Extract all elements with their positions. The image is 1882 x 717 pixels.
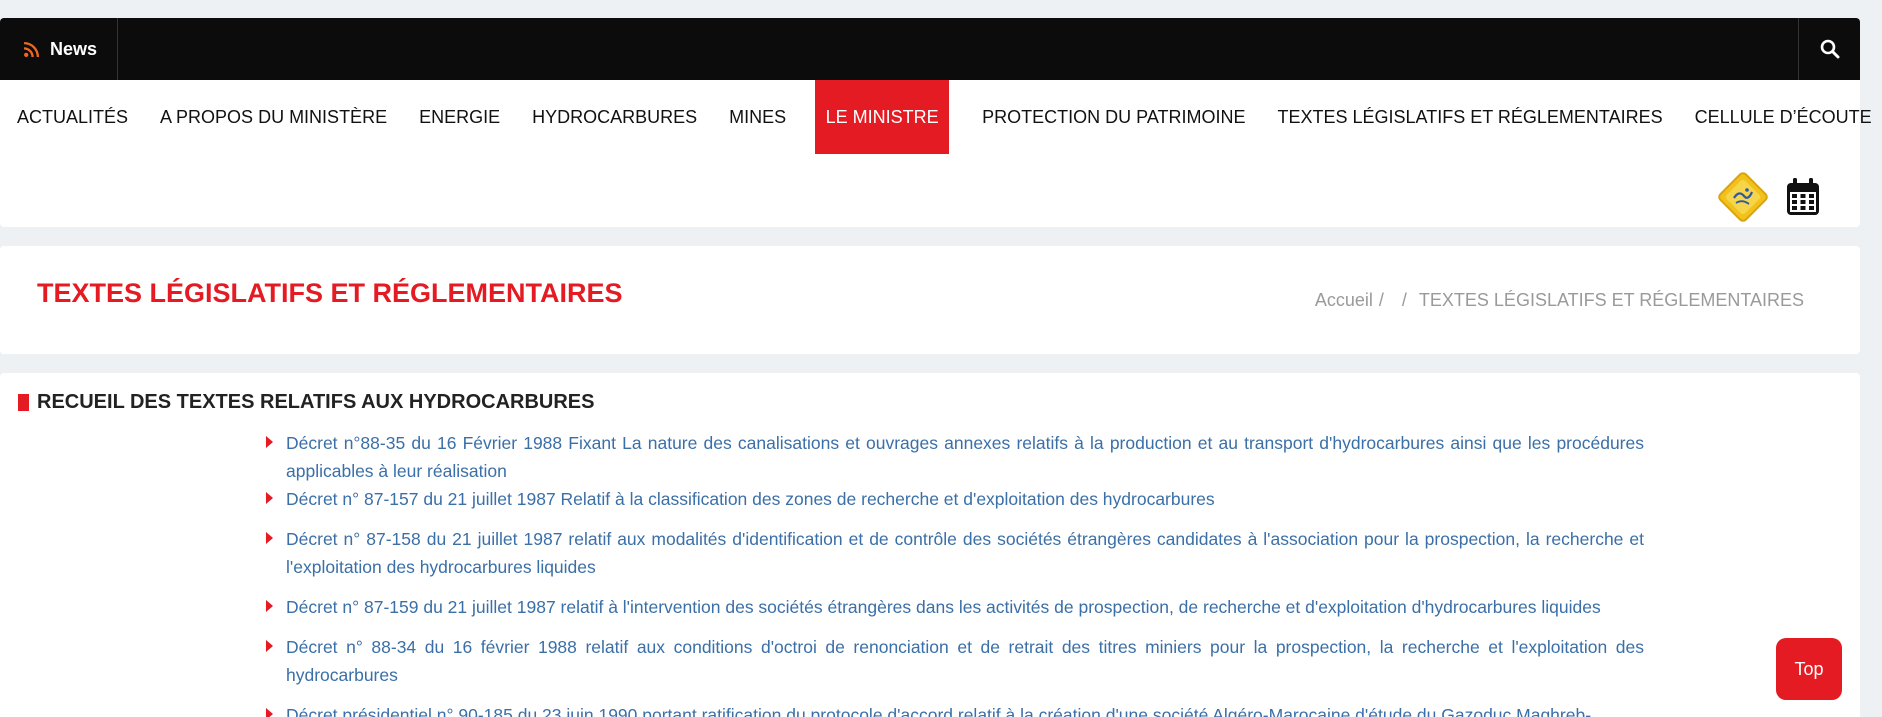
bullet-arrow-icon (266, 708, 273, 717)
rss-icon (23, 41, 40, 57)
page-title: TEXTES LÉGISLATIFS ET RÉGLEMENTAIRES (37, 278, 623, 308)
list-item: Décret présidentiel n° 90-185 du 23 juin… (266, 701, 1644, 717)
emblem-badge-icon[interactable] (1714, 168, 1772, 226)
bullet-arrow-icon (266, 532, 273, 544)
breadcrumb-separator: / (1378, 290, 1384, 310)
main-nav: ACTUALITÉS A PROPOS DU MINISTÈRE ENERGIE… (0, 80, 1882, 154)
bullet-arrow-icon (266, 640, 273, 652)
bullet-arrow-icon (266, 600, 273, 612)
nav-item-protection-patrimoine[interactable]: PROTECTION DU PATRIMOINE (966, 80, 1261, 154)
news-label: News (50, 38, 98, 59)
content-panel: RECUEIL DES TEXTES RELATIFS AUX HYDROCAR… (0, 373, 1860, 717)
breadcrumb: Accueil / / TEXTES LÉGISLATIFS ET RÉGLEM… (1315, 290, 1804, 311)
document-link[interactable]: Décret n° 87-157 du 21 juillet 1987 Rela… (286, 489, 1215, 509)
document-link[interactable]: Décret n° 87-158 du 21 juillet 1987 rela… (286, 529, 1644, 577)
bullet-arrow-icon (266, 436, 273, 448)
nav-item-energie[interactable]: ENERGIE (403, 80, 516, 154)
list-item: Décret n° 87-157 du 21 juillet 1987 Rela… (266, 485, 1644, 513)
bullet-arrow-icon (266, 492, 273, 504)
document-link[interactable]: Décret présidentiel n° 90-185 du 23 juin… (286, 705, 1591, 717)
nav-item-cellule-ecoute[interactable]: CELLULE D’ÉCOUTE (1679, 80, 1882, 154)
main-nav-panel: ACTUALITÉS A PROPOS DU MINISTÈRE ENERGIE… (0, 80, 1872, 227)
nav-item-hydrocarbures[interactable]: HYDROCARBURES (516, 80, 713, 154)
calendar-icon[interactable] (1786, 178, 1820, 216)
nav-item-mines[interactable]: MINES (713, 80, 806, 154)
top-bar: News (0, 18, 1860, 80)
search-button[interactable] (1798, 18, 1860, 80)
section-marker (18, 394, 29, 411)
list-item: Décret n°88-35 du 16 Février 1988 Fixant… (266, 429, 1644, 485)
document-link[interactable]: Décret n°88-35 du 16 Février 1988 Fixant… (286, 433, 1644, 481)
back-to-top-button[interactable]: Top (1776, 638, 1842, 700)
list-item: Décret n° 87-159 du 21 juillet 1987 rela… (266, 593, 1644, 621)
list-item: Décret n° 87-158 du 21 juillet 1987 rela… (266, 525, 1644, 581)
nav-item-textes-legislatifs[interactable]: TEXTES LÉGISLATIFS ET RÉGLEMENTAIRES (1262, 80, 1679, 154)
news-link[interactable]: News (0, 18, 118, 80)
breadcrumb-separator: / (1401, 290, 1407, 310)
nav-item-le-ministre[interactable]: LE MINISTRE (815, 80, 950, 154)
search-icon (1820, 39, 1839, 59)
section-heading: RECUEIL DES TEXTES RELATIFS AUX HYDROCAR… (18, 391, 594, 414)
nav-icons (1714, 168, 1820, 226)
document-list: Décret n°88-35 du 16 Février 1988 Fixant… (266, 429, 1644, 717)
nav-item-actualites[interactable]: ACTUALITÉS (0, 80, 144, 154)
page-header: TEXTES LÉGISLATIFS ET RÉGLEMENTAIRES Acc… (0, 246, 1860, 354)
breadcrumb-home[interactable]: Accueil (1315, 290, 1373, 311)
list-item: Décret n° 88-34 du 16 février 1988 relat… (266, 633, 1644, 689)
document-link[interactable]: Décret n° 87-159 du 21 juillet 1987 rela… (286, 597, 1601, 617)
nav-item-a-propos[interactable]: A PROPOS DU MINISTÈRE (144, 80, 403, 154)
document-link[interactable]: Décret n° 88-34 du 16 février 1988 relat… (286, 637, 1644, 685)
section-title: RECUEIL DES TEXTES RELATIFS AUX HYDROCAR… (37, 391, 595, 413)
breadcrumb-current: TEXTES LÉGISLATIFS ET RÉGLEMENTAIRES (1418, 290, 1804, 310)
